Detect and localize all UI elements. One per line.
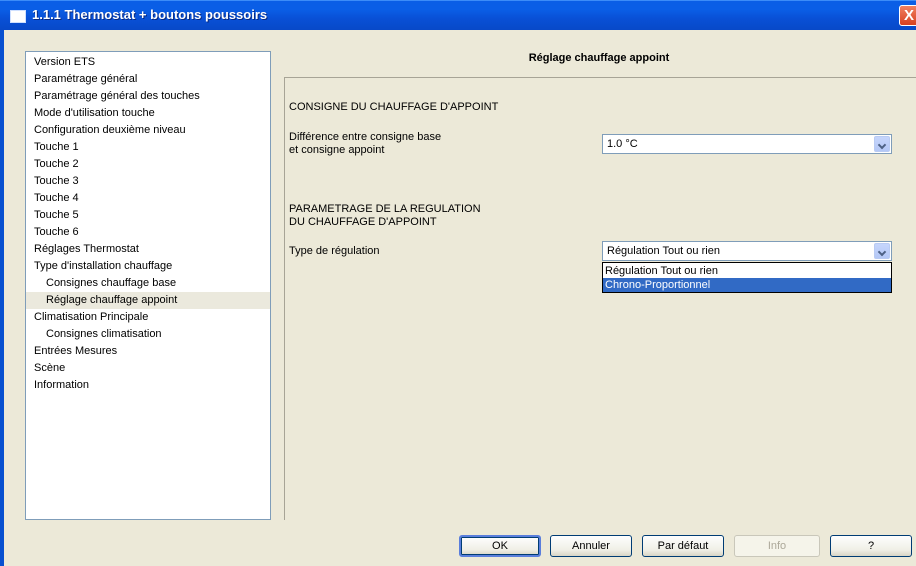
help-button[interactable]: ?: [830, 535, 912, 557]
section-heading-regulation-line1: PARAMETRAGE DE LA REGULATION: [289, 203, 481, 215]
title-bar[interactable]: 1.1.1 Thermostat + boutons poussoirs X: [0, 0, 916, 30]
window-frame-left: [0, 30, 4, 566]
chevron-down-icon[interactable]: [874, 136, 890, 152]
close-button[interactable]: X: [899, 5, 916, 26]
close-icon: X: [904, 7, 915, 24]
default-button[interactable]: Par défaut: [642, 535, 724, 557]
section-heading-regulation-line2: DU CHAUFFAGE D'APPOINT: [289, 216, 437, 228]
tree-item-entrees-mesures[interactable]: Entrées Mesures: [34, 343, 117, 360]
tree-item-mode-utilisation[interactable]: Mode d'utilisation touche: [34, 105, 155, 122]
diff-consigne-value: 1.0 °C: [607, 138, 638, 150]
diff-label-line2: et consigne appoint: [289, 144, 385, 156]
tree-item-climatisation-principale[interactable]: Climatisation Principale: [34, 309, 148, 326]
section-heading-consigne: CONSIGNE DU CHAUFFAGE D'APPOINT: [289, 101, 499, 113]
tree-item-parametrage-touches[interactable]: Paramétrage général des touches: [34, 88, 200, 105]
tree-item-consignes-climatisation[interactable]: Consignes climatisation: [46, 326, 162, 343]
tree-item-configuration-deuxieme-niveau[interactable]: Configuration deuxième niveau: [34, 122, 186, 139]
regulation-dropdown-list[interactable]: Régulation Tout ou rien Chrono-Proportio…: [602, 262, 892, 293]
panel-title: Réglage chauffage appoint: [528, 52, 670, 64]
tree-item-reglage-chauffage-appoint[interactable]: Réglage chauffage appoint: [26, 292, 270, 309]
parameter-tree[interactable]: Version ETS Paramétrage général Paramétr…: [25, 51, 271, 520]
regulation-value: Régulation Tout ou rien: [607, 245, 720, 257]
window-title: 1.1.1 Thermostat + boutons poussoirs: [32, 7, 268, 22]
regulation-label: Type de régulation: [289, 245, 380, 257]
tree-item-touche-2[interactable]: Touche 2: [34, 156, 79, 173]
chevron-down-icon[interactable]: [874, 243, 890, 259]
cancel-button[interactable]: Annuler: [550, 535, 632, 557]
window-icon: [10, 10, 26, 23]
tree-item-information[interactable]: Information: [34, 377, 89, 394]
tree-item-type-installation-chauffage[interactable]: Type d'installation chauffage: [34, 258, 172, 275]
tree-item-touche-4[interactable]: Touche 4: [34, 190, 79, 207]
tree-item-consignes-chauffage-base[interactable]: Consignes chauffage base: [46, 275, 176, 292]
info-button[interactable]: Info: [734, 535, 820, 557]
diff-consigne-select[interactable]: 1.0 °C: [602, 134, 892, 154]
tree-item-touche-3[interactable]: Touche 3: [34, 173, 79, 190]
ok-button[interactable]: OK: [459, 535, 541, 557]
tree-item-touche-1[interactable]: Touche 1: [34, 139, 79, 156]
tree-item-parametrage-general[interactable]: Paramétrage général: [34, 71, 137, 88]
tree-item-touche-6[interactable]: Touche 6: [34, 224, 79, 241]
tree-item-touche-5[interactable]: Touche 5: [34, 207, 79, 224]
tree-item-version-ets[interactable]: Version ETS: [34, 54, 95, 71]
tree-item-scene[interactable]: Scène: [34, 360, 65, 377]
regulation-select[interactable]: Régulation Tout ou rien: [602, 241, 892, 261]
tree-item-reglages-thermostat[interactable]: Réglages Thermostat: [34, 241, 139, 258]
diff-label-line1: Différence entre consigne base: [289, 131, 442, 143]
dropdown-option-chrono-proportionnel[interactable]: Chrono-Proportionnel: [603, 278, 891, 292]
dropdown-option-tout-ou-rien[interactable]: Régulation Tout ou rien: [603, 264, 891, 278]
